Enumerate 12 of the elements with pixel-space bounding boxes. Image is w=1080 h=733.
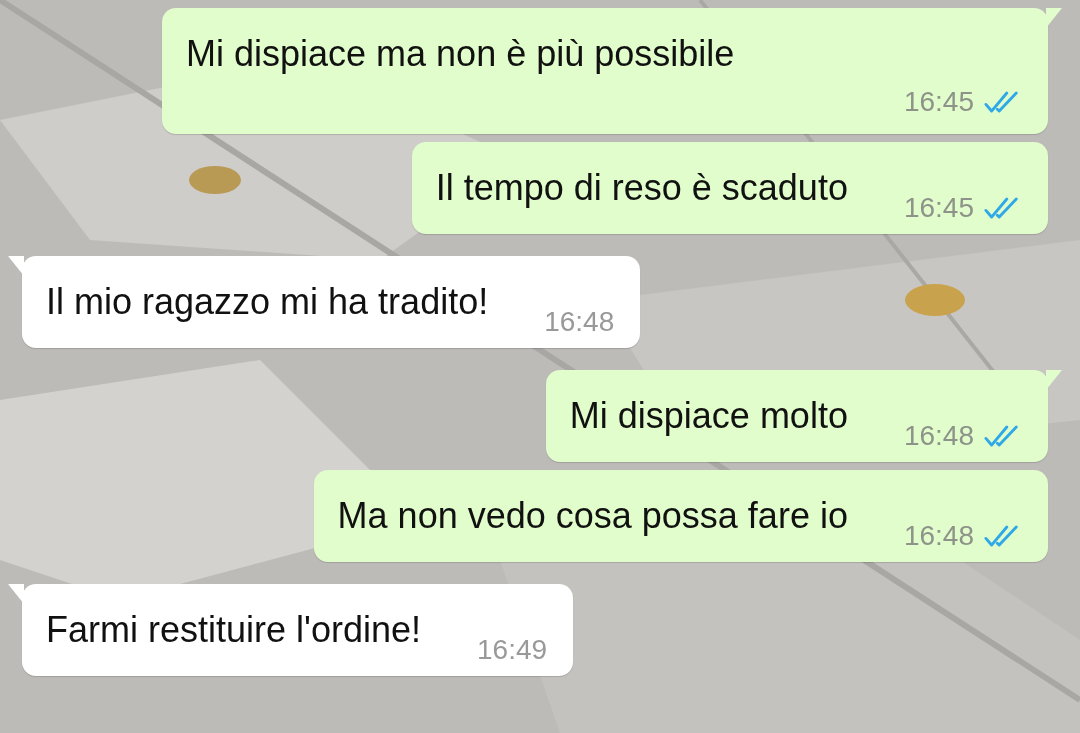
message-time: 16:45 bbox=[903, 192, 974, 224]
message-text: Mi dispiace ma non è più possibile bbox=[186, 32, 736, 76]
message-time: 16:48 bbox=[903, 420, 974, 452]
message-text: Mi dispiace molto bbox=[569, 394, 848, 438]
message-text: Il tempo di reso è scaduto bbox=[435, 166, 848, 210]
message-text: Ma non vedo cosa possa fare io bbox=[337, 494, 848, 538]
message-time: 16:49 bbox=[477, 634, 548, 666]
message-time: 16:48 bbox=[903, 520, 974, 552]
message-time: 16:45 bbox=[903, 86, 974, 118]
message-time: 16:48 bbox=[544, 306, 615, 338]
message-text: Farmi restituire l'ordine! bbox=[46, 608, 421, 652]
message-text: Il mio ragazzo mi ha tradito! bbox=[46, 280, 489, 324]
